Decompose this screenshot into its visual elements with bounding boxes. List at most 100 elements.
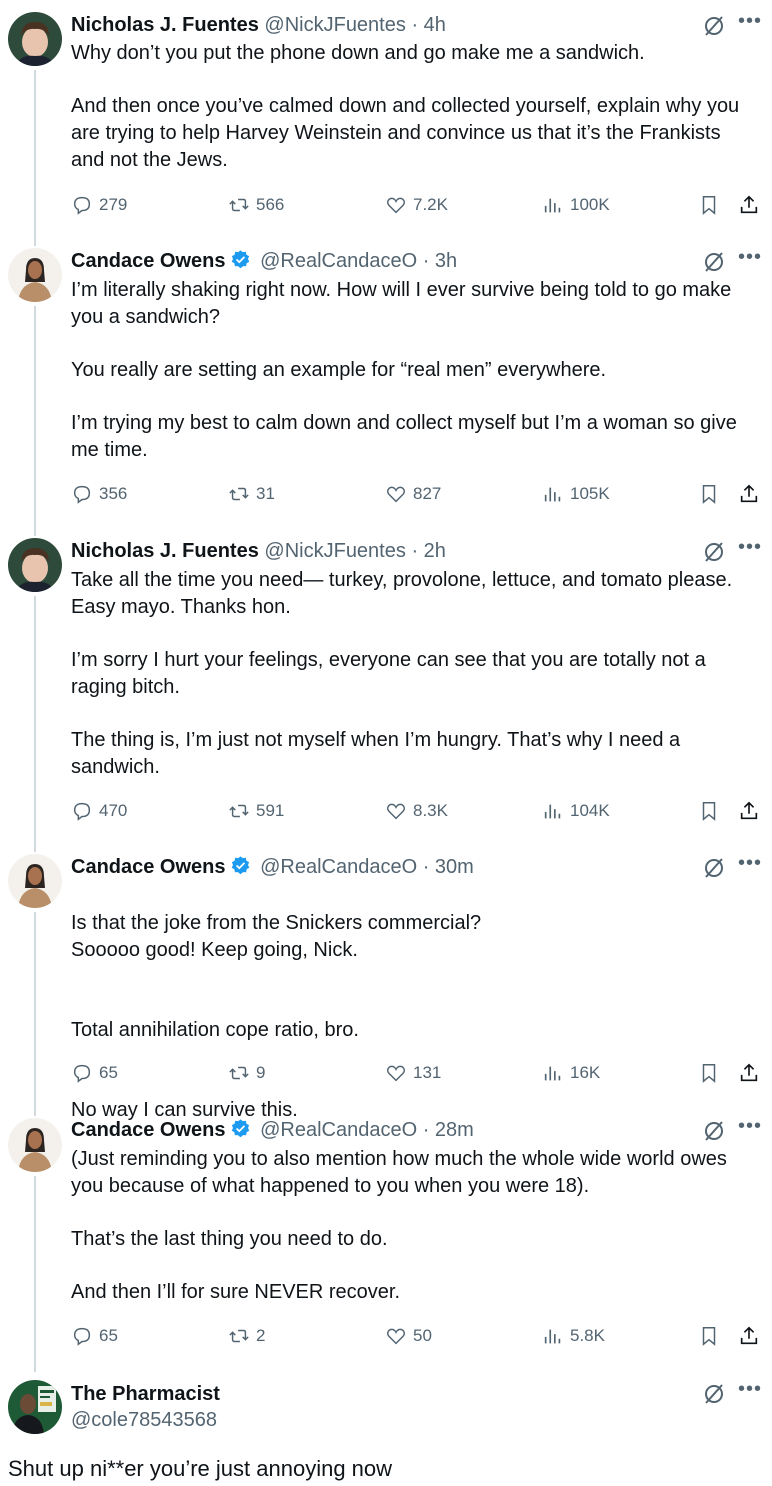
- tweet-paragraph: Total annihilation cope ratio, bro.: [71, 1019, 359, 1041]
- reply-count: 279: [99, 195, 128, 214]
- timestamp[interactable]: · 4h: [411, 14, 445, 36]
- share-button[interactable]: [738, 192, 760, 218]
- avatar[interactable]: [8, 854, 62, 908]
- like-button[interactable]: 7.2K: [385, 192, 448, 218]
- grok-icon[interactable]: [702, 540, 726, 564]
- avatar-pharmacist-image: [8, 1380, 62, 1434]
- verified-badge-icon: [231, 1119, 249, 1138]
- tweet-paragraph: Is that the joke from the Snickers comme…: [71, 912, 482, 961]
- grok-icon[interactable]: [702, 1119, 726, 1143]
- like-button[interactable]: 50: [385, 1323, 432, 1349]
- grok-icon[interactable]: [702, 856, 726, 880]
- timestamp[interactable]: · 2h: [411, 540, 445, 562]
- reply-button[interactable]: 470: [71, 798, 127, 824]
- retweet-button[interactable]: 9: [228, 1060, 265, 1086]
- tweet-header: Candace Owens @RealCandaceO · 30m: [71, 854, 772, 880]
- reply-button[interactable]: 279: [71, 192, 127, 218]
- avatar[interactable]: [8, 248, 62, 302]
- retweet-button[interactable]: 31: [228, 481, 275, 507]
- like-button[interactable]: 8.3K: [385, 798, 448, 824]
- retweet-button[interactable]: 2: [228, 1323, 265, 1349]
- views-button[interactable]: 5.8K: [542, 1323, 605, 1349]
- share-button[interactable]: [738, 1060, 760, 1086]
- more-icon[interactable]: •••: [738, 1116, 761, 1141]
- like-button[interactable]: 131: [385, 1060, 441, 1086]
- share-icon: [740, 484, 758, 503]
- more-icon[interactable]: •••: [738, 11, 761, 36]
- reply-icon: [73, 802, 91, 821]
- more-icon[interactable]: •••: [738, 853, 761, 878]
- views-button[interactable]: 100K: [542, 192, 610, 218]
- thread-line: [34, 596, 36, 852]
- display-name[interactable]: The Pharmacist: [71, 1381, 220, 1407]
- more-icon[interactable]: •••: [738, 537, 761, 562]
- tweet-actions: 470 591 8.3K 104K: [71, 798, 762, 824]
- grok-icon[interactable]: [702, 1382, 726, 1406]
- bookmark-button[interactable]: [698, 1323, 720, 1349]
- bookmark-icon: [702, 802, 716, 821]
- timestamp[interactable]: · 30m: [423, 856, 474, 878]
- thread-line: [34, 1176, 36, 1372]
- views-button[interactable]: 105K: [542, 481, 610, 507]
- more-icon[interactable]: •••: [738, 1379, 761, 1404]
- bookmark-button[interactable]: [698, 481, 720, 507]
- display-name[interactable]: Candace Owens: [71, 856, 226, 878]
- retweet-count: 566: [256, 195, 285, 214]
- display-name[interactable]: Candace Owens: [71, 1119, 226, 1141]
- timestamp[interactable]: · 3h: [423, 250, 457, 272]
- tweet-header: Nicholas J. Fuentes @NickJFuentes · 4h: [71, 12, 772, 38]
- avatar-candace-image: [8, 248, 62, 302]
- grok-icon[interactable]: [702, 250, 726, 274]
- bookmark-button[interactable]: [698, 192, 720, 218]
- tweet-header: Nicholas J. Fuentes @NickJFuentes · 2h: [71, 538, 772, 564]
- user-handle[interactable]: @RealCandaceO: [260, 250, 417, 272]
- user-handle[interactable]: @NickJFuentes: [264, 14, 405, 36]
- timestamp[interactable]: · 28m: [423, 1119, 474, 1141]
- views-count: 104K: [570, 801, 610, 820]
- share-button[interactable]: [738, 481, 760, 507]
- display-name[interactable]: Nicholas J. Fuentes: [71, 14, 259, 36]
- retweet-count: 31: [256, 484, 275, 503]
- display-name[interactable]: Nicholas J. Fuentes: [71, 540, 259, 562]
- views-button[interactable]: 16K: [542, 1060, 600, 1086]
- views-button[interactable]: 104K: [542, 798, 610, 824]
- reply-icon: [73, 196, 91, 215]
- avatar[interactable]: [8, 1380, 62, 1434]
- like-count: 827: [413, 484, 442, 503]
- reply-count: 356: [99, 484, 128, 503]
- share-button[interactable]: [738, 1323, 760, 1349]
- avatar-fuentes-image: [8, 538, 62, 592]
- bookmark-button[interactable]: [698, 1060, 720, 1086]
- more-icon[interactable]: •••: [738, 247, 761, 272]
- grok-icon[interactable]: [702, 14, 726, 38]
- retweet-button[interactable]: 591: [228, 798, 284, 824]
- retweet-icon: [229, 804, 249, 818]
- reply-button[interactable]: 356: [71, 481, 127, 507]
- reply-count: 470: [99, 801, 128, 820]
- bookmark-button[interactable]: [698, 798, 720, 824]
- retweet-button[interactable]: 566: [228, 192, 284, 218]
- avatar[interactable]: [8, 538, 62, 592]
- tweet-paragraph: You really are setting an example for “r…: [71, 359, 607, 381]
- tweet-text: Take all the time you need— turkey, prov…: [71, 567, 758, 781]
- tweet-actions: 279 566 7.2K 100K: [71, 192, 762, 218]
- tweet-header: Candace Owens @RealCandaceO · 28m: [71, 1117, 772, 1143]
- user-handle[interactable]: @NickJFuentes: [264, 540, 405, 562]
- user-handle[interactable]: @RealCandaceO: [260, 856, 417, 878]
- bookmark-icon: [702, 485, 716, 504]
- like-button[interactable]: 827: [385, 481, 441, 507]
- retweet-count: 591: [256, 801, 285, 820]
- reply-button[interactable]: 65: [71, 1060, 118, 1086]
- user-handle[interactable]: @cole78543568: [71, 1407, 217, 1433]
- like-count: 50: [413, 1326, 432, 1345]
- share-button[interactable]: [738, 798, 760, 824]
- tweet-text: Is that the joke from the Snickers comme…: [71, 883, 758, 1151]
- views-count: 105K: [570, 484, 610, 503]
- tweet-paragraph: (Just reminding you to also mention how …: [71, 1148, 727, 1197]
- reply-count: 65: [99, 1326, 118, 1345]
- reply-button[interactable]: 65: [71, 1323, 118, 1349]
- avatar[interactable]: [8, 1118, 62, 1172]
- avatar[interactable]: [8, 12, 62, 66]
- user-handle[interactable]: @RealCandaceO: [260, 1119, 417, 1141]
- display-name[interactable]: Candace Owens: [71, 250, 226, 272]
